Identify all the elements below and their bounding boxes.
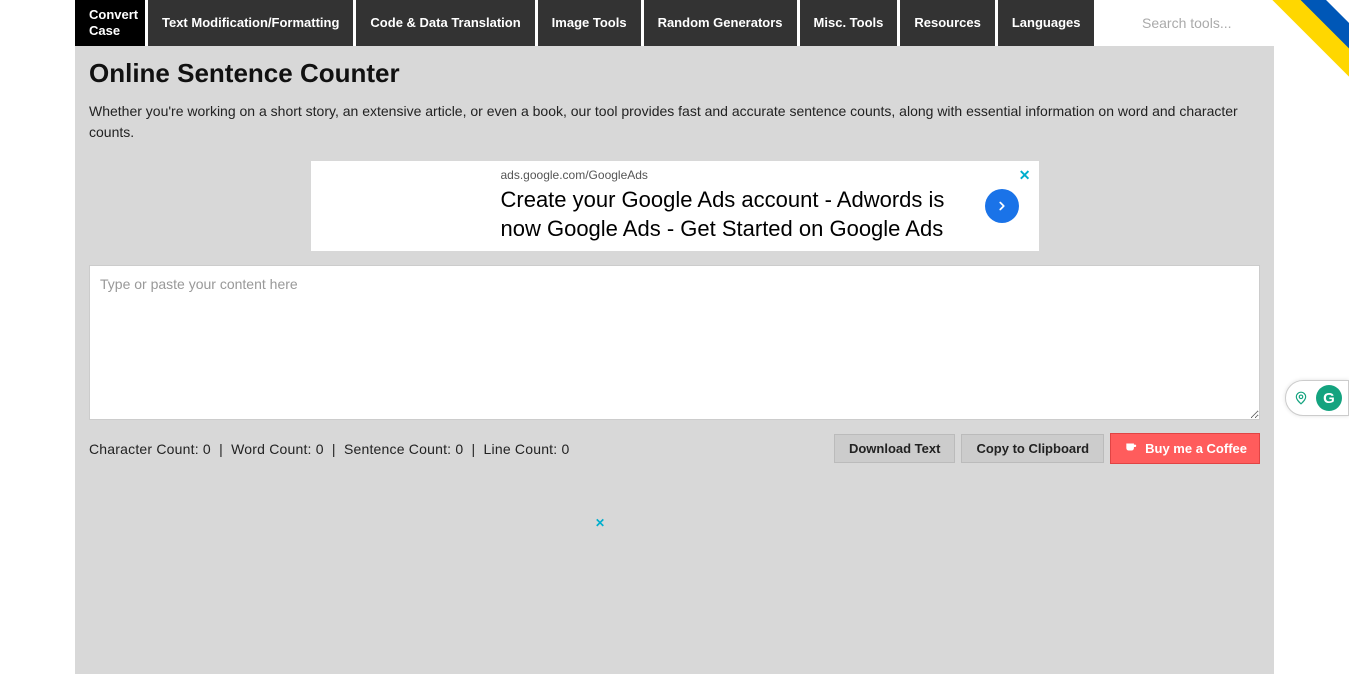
grammarly-pin-icon xyxy=(1292,389,1310,407)
coffee-icon xyxy=(1123,440,1139,457)
nav-code-data[interactable]: Code & Data Translation xyxy=(356,0,534,46)
nav-random-gen[interactable]: Random Generators xyxy=(644,0,797,46)
ad-headline: Create your Google Ads account - Adwords… xyxy=(501,186,979,243)
nav-convert-case[interactable]: Convert Case xyxy=(75,0,145,46)
coffee-button[interactable]: Buy me a Coffee xyxy=(1110,433,1260,464)
small-ad-close-icon[interactable]: ✕ xyxy=(595,516,605,530)
ad-banner[interactable]: ✕ ads.google.com/GoogleAds Create your G… xyxy=(311,161,1039,251)
grammarly-widget[interactable]: G xyxy=(1285,380,1349,416)
grammarly-logo-icon: G xyxy=(1316,385,1342,411)
page-description: Whether you're working on a short story,… xyxy=(89,101,1260,143)
main-content: Online Sentence Counter Whether you're w… xyxy=(75,46,1274,674)
nav-misc-tools[interactable]: Misc. Tools xyxy=(800,0,898,46)
ad-close-icon[interactable]: ✕ xyxy=(1019,167,1031,184)
ad-url: ads.google.com/GoogleAds xyxy=(501,168,979,182)
download-button[interactable]: Download Text xyxy=(834,434,955,463)
nav-resources[interactable]: Resources xyxy=(900,0,994,46)
page-title: Online Sentence Counter xyxy=(89,58,1260,89)
ad-arrow-icon[interactable] xyxy=(985,189,1019,223)
content-textarea[interactable] xyxy=(89,265,1260,420)
nav-languages[interactable]: Languages xyxy=(998,0,1095,46)
counts-text: Character Count: 0 | Word Count: 0 | Sen… xyxy=(89,441,828,457)
stats-row: Character Count: 0 | Word Count: 0 | Sen… xyxy=(89,423,1260,474)
nav-text-mod[interactable]: Text Modification/Formatting xyxy=(148,0,353,46)
copy-button[interactable]: Copy to Clipboard xyxy=(961,434,1104,463)
nav-image-tools[interactable]: Image Tools xyxy=(538,0,641,46)
top-nav: Convert Case Text Modification/Formattin… xyxy=(0,0,1349,46)
search-input[interactable] xyxy=(1134,0,1274,46)
